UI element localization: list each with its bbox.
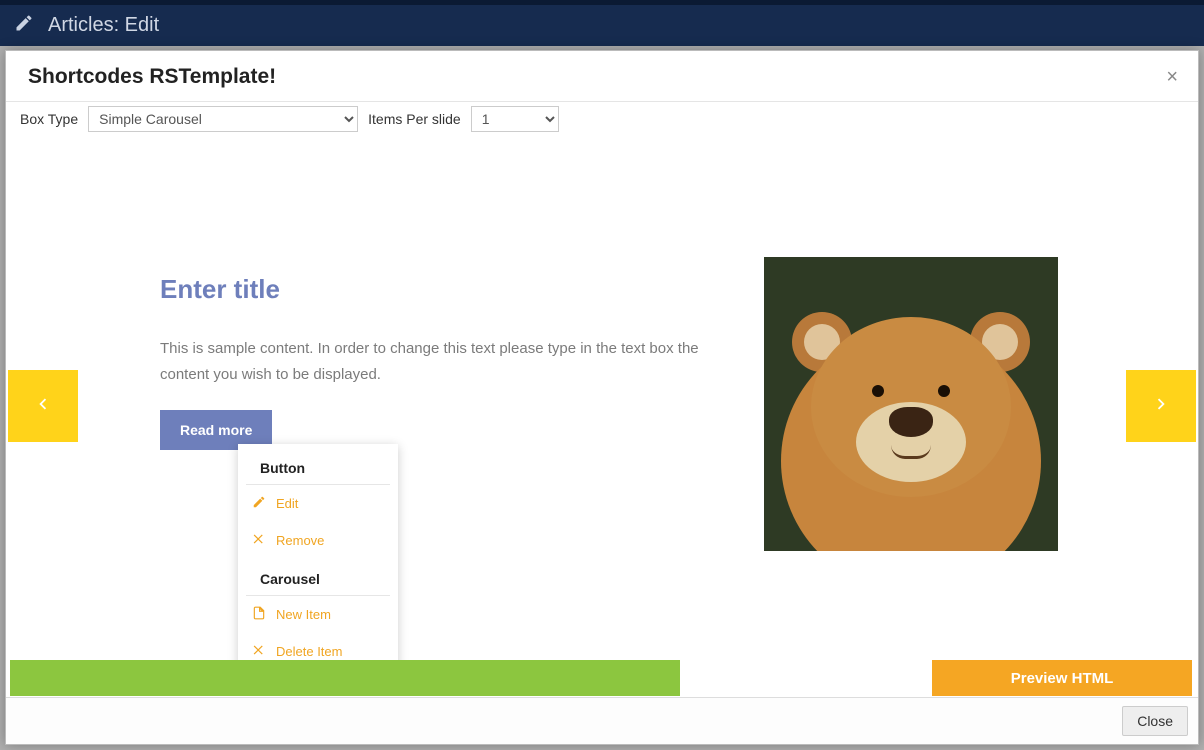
context-menu: Button Edit Remove Carousel New Item — [238, 444, 398, 676]
slide-image[interactable] — [764, 257, 1058, 551]
context-edit-label: Edit — [276, 496, 298, 511]
modal-header: Shortcodes RSTemplate! × — [6, 51, 1198, 102]
context-section-button: Button — [246, 454, 390, 485]
controls-row: Box Type Simple Carousel Items Per slide… — [6, 102, 1198, 138]
close-icon[interactable]: × — [1166, 66, 1178, 89]
pencil-icon — [252, 495, 266, 512]
close-button[interactable]: Close — [1122, 706, 1188, 736]
action-bar[interactable] — [10, 660, 680, 696]
app-header: Articles: Edit — [0, 0, 1204, 46]
modal-footer: Close — [6, 697, 1198, 744]
carousel-next-button[interactable] — [1126, 370, 1196, 442]
scroll-area[interactable]: Box Type Simple Carousel Items Per slide… — [6, 102, 1198, 697]
context-remove[interactable]: Remove — [238, 522, 398, 559]
modal-body: Box Type Simple Carousel Items Per slide… — [6, 102, 1198, 697]
preview-html-button[interactable]: Preview HTML — [932, 660, 1192, 696]
shortcodes-modal: Shortcodes RSTemplate! × Box Type Simple… — [5, 50, 1199, 745]
pencil-icon — [14, 13, 48, 38]
context-new-item-label: New Item — [276, 607, 331, 622]
page-title: Articles: Edit — [48, 14, 159, 37]
file-icon — [252, 606, 266, 623]
chevron-left-icon — [32, 393, 54, 420]
modal-title: Shortcodes RSTemplate! — [28, 65, 276, 89]
x-icon — [252, 532, 266, 549]
context-remove-label: Remove — [276, 533, 324, 548]
carousel-prev-button[interactable] — [8, 370, 78, 442]
chevron-right-icon — [1150, 393, 1172, 420]
items-per-slide-select[interactable]: 1 — [471, 106, 559, 132]
context-delete-item-label: Delete Item — [276, 644, 342, 659]
context-new-item[interactable]: New Item — [238, 596, 398, 633]
box-type-label: Box Type — [20, 111, 78, 127]
slide-body[interactable]: This is sample content. In order to chan… — [160, 336, 750, 387]
items-per-slide-label: Items Per slide — [368, 111, 461, 127]
box-type-select[interactable]: Simple Carousel — [88, 106, 358, 132]
x-icon — [252, 643, 266, 660]
context-section-carousel: Carousel — [246, 565, 390, 596]
slide-title[interactable]: Enter title — [160, 274, 280, 305]
context-edit[interactable]: Edit — [238, 485, 398, 522]
